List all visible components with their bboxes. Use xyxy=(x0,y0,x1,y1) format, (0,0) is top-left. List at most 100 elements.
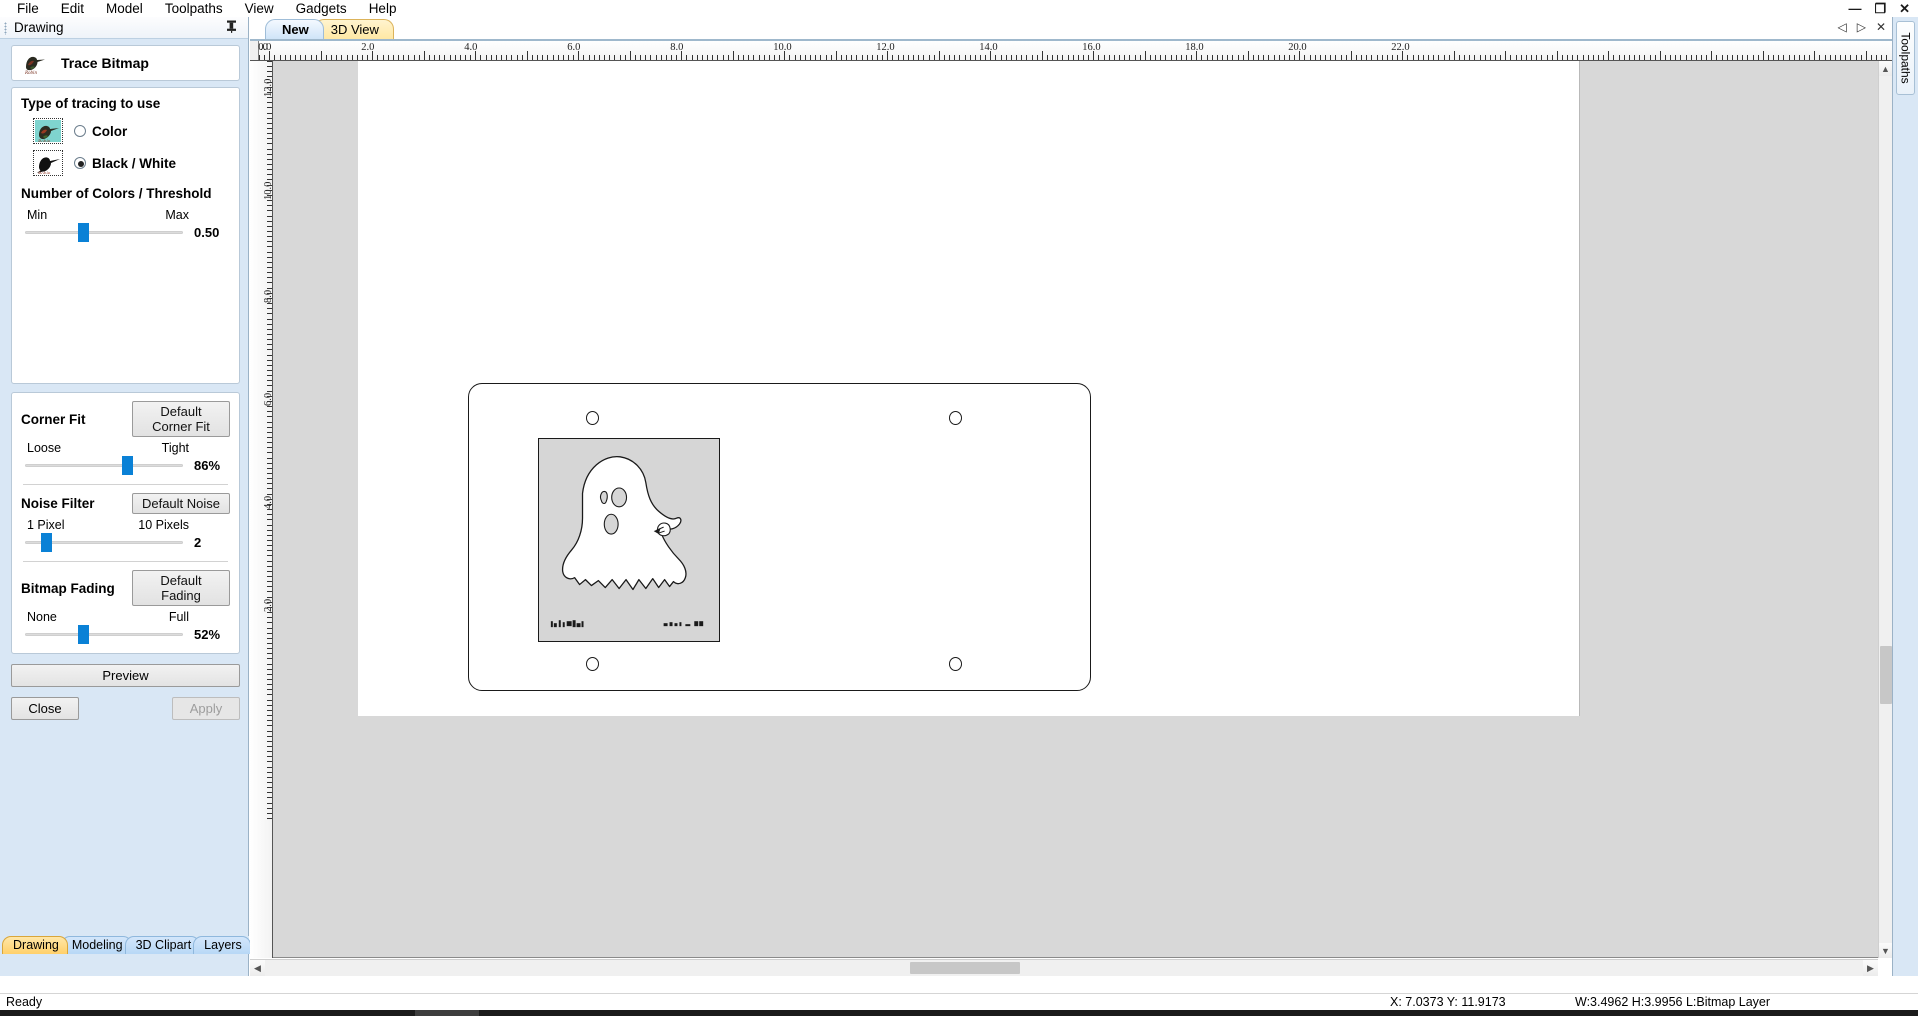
dock-tab-drawing[interactable]: Drawing xyxy=(2,936,68,954)
hole-vector-top-left[interactable] xyxy=(586,411,599,425)
corner-fit-track[interactable] xyxy=(25,464,183,467)
drawing-canvas[interactable] xyxy=(273,61,1878,958)
scroll-left-icon[interactable]: ◀ xyxy=(250,960,265,976)
ruler-tick-v xyxy=(267,442,272,443)
close-button[interactable]: ✕ xyxy=(1899,2,1910,15)
ruler-tick-v xyxy=(267,736,272,737)
preview-button[interactable]: Preview xyxy=(11,664,240,687)
ruler-tick-h xyxy=(1377,55,1378,60)
pin-icon[interactable] xyxy=(226,20,237,36)
ghost-outline-bitmap[interactable] xyxy=(538,438,720,642)
radio-color-indicator[interactable] xyxy=(74,125,86,137)
ruler-tick-h xyxy=(609,55,610,60)
ruler-tick-h xyxy=(1722,55,1723,60)
ruler-tick-v xyxy=(267,143,272,144)
hole-vector-top-right[interactable] xyxy=(949,411,962,425)
noise-filter-knob[interactable] xyxy=(41,533,52,552)
triangle-right-icon[interactable]: ▷ xyxy=(1857,20,1866,34)
ruler-tick-h xyxy=(1541,55,1542,60)
document-tab-3d-view[interactable]: 3D View xyxy=(313,19,394,39)
dock-tab-toolpaths[interactable]: Toolpaths xyxy=(1896,21,1915,95)
radio-black-white[interactable]: Black / White xyxy=(74,156,176,171)
ruler-tick-h xyxy=(1583,55,1584,60)
ruler-tick-v xyxy=(267,694,272,695)
threshold-knob[interactable] xyxy=(78,223,89,242)
ruler-tick-h xyxy=(321,51,322,60)
ruler-tick-v xyxy=(267,236,272,237)
ruler-tick-h xyxy=(1737,55,1738,60)
menu-item-help[interactable]: Help xyxy=(358,0,408,17)
ruler-tick-h xyxy=(414,55,415,60)
close-panel-button[interactable]: Close xyxy=(11,697,79,720)
bitmap-fading-value: 52% xyxy=(194,626,221,642)
ruler-tick-h xyxy=(620,55,621,60)
taskbar-active-item[interactable] xyxy=(415,1010,479,1016)
default-fading-button[interactable]: Default Fading xyxy=(132,570,230,606)
menu-item-view[interactable]: View xyxy=(234,0,285,17)
dock-tab-modeling[interactable]: Modeling xyxy=(60,936,132,954)
ruler-tick-v xyxy=(267,581,272,582)
corner-fit-title: Corner Fit xyxy=(21,411,86,427)
ruler-tick-h xyxy=(583,55,584,60)
ruler-tick-h xyxy=(450,55,451,60)
dock-tab-3d-clipart[interactable]: 3D Clipart xyxy=(124,936,201,954)
tracing-option-color[interactable]: Robin Color xyxy=(33,118,230,144)
ruler-tick-v xyxy=(267,447,272,448)
scroll-up-icon[interactable]: ▲ xyxy=(1879,61,1892,76)
menu-item-gadgets[interactable]: Gadgets xyxy=(285,0,358,17)
ruler-tick-v xyxy=(267,339,272,340)
ruler-tick-v xyxy=(267,787,272,788)
tracing-option-black-white[interactable]: Robin Black / White xyxy=(33,150,230,176)
ruler-tick-v xyxy=(267,329,272,330)
status-dimensions: W:3.4962 H:3.9956 L:Bitmap Layer xyxy=(1575,995,1771,1009)
hole-vector-bottom-left[interactable] xyxy=(586,657,599,671)
horizontal-ruler[interactable]: .0 0.0 2.0 4.0 6.0 8.0 10.0 12.0 14.0 16.0 18.0 20.… xyxy=(250,39,1892,61)
ruler-tick-v xyxy=(267,658,272,659)
ruler-tick-v xyxy=(267,355,272,356)
default-noise-button[interactable]: Default Noise xyxy=(132,493,230,514)
ruler-tick-h xyxy=(1660,51,1661,60)
vertical-scroll-thumb[interactable] xyxy=(1880,646,1892,704)
radio-black-white-indicator[interactable] xyxy=(74,157,86,169)
canvas-vertical-scrollbar[interactable]: ▲ ▼ xyxy=(1878,61,1892,958)
noise-filter-slider[interactable] xyxy=(25,532,183,552)
ruler-tick-h xyxy=(753,55,754,60)
horizontal-scroll-thumb[interactable] xyxy=(910,962,1020,974)
apply-button[interactable]: Apply xyxy=(172,697,240,720)
ruler-tick-h xyxy=(1006,55,1007,60)
canvas-horizontal-scrollbar[interactable]: ◀ ▶ xyxy=(250,959,1878,976)
default-corner-fit-button[interactable]: Default Corner Fit xyxy=(132,401,230,437)
menu-item-file[interactable]: File xyxy=(6,0,50,17)
menu-item-model[interactable]: Model xyxy=(95,0,154,17)
ruler-tick-h xyxy=(831,55,832,60)
threshold-track[interactable] xyxy=(25,231,183,234)
ruler-tick-h xyxy=(702,55,703,60)
restore-button[interactable]: ❐ xyxy=(1874,2,1886,15)
triangle-left-icon[interactable]: ◁ xyxy=(1837,20,1846,34)
color-bird-thumbnail[interactable]: Robin xyxy=(33,118,63,144)
close-icon[interactable]: ✕ xyxy=(1876,20,1886,34)
document-tab-new[interactable]: New xyxy=(265,19,324,39)
ruler-tick-v xyxy=(267,746,272,747)
scroll-down-icon[interactable]: ▼ xyxy=(1879,943,1892,958)
dock-tab-layers[interactable]: Layers xyxy=(193,936,251,954)
ruler-tick-v xyxy=(267,561,272,562)
menu-item-toolpaths[interactable]: Toolpaths xyxy=(154,0,234,17)
menu-item-edit[interactable]: Edit xyxy=(50,0,95,17)
bitmap-fading-track[interactable] xyxy=(25,633,183,636)
bitmap-fading-slider[interactable] xyxy=(25,624,183,644)
corner-fit-slider[interactable] xyxy=(25,455,183,475)
bw-bird-thumbnail[interactable]: Robin xyxy=(33,150,63,176)
ruler-tick-h xyxy=(377,55,378,60)
ruler-tick-h xyxy=(661,55,662,60)
scroll-right-icon[interactable]: ▶ xyxy=(1863,960,1878,976)
ruler-tick-v xyxy=(267,473,272,474)
ruler-tick-h xyxy=(568,55,569,60)
vertical-ruler[interactable]: 12.010.08.06.04.02.0 xyxy=(250,61,273,958)
bitmap-fading-knob[interactable] xyxy=(78,625,89,644)
threshold-slider[interactable] xyxy=(25,222,183,242)
hole-vector-bottom-right[interactable] xyxy=(949,657,962,671)
radio-color[interactable]: Color xyxy=(74,124,127,139)
corner-fit-knob[interactable] xyxy=(122,456,133,475)
minimize-button[interactable]: — xyxy=(1848,2,1861,15)
